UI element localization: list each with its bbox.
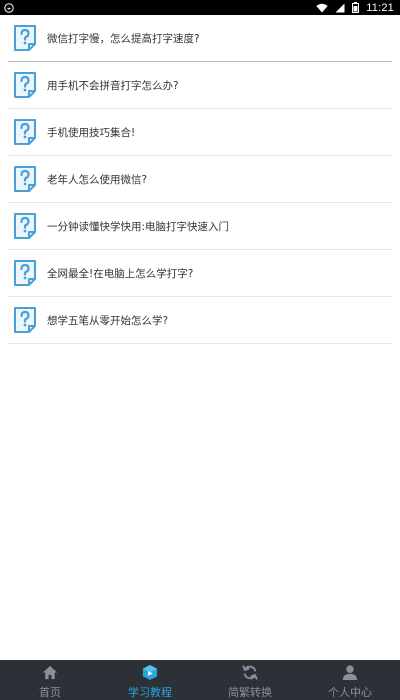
list-item[interactable]: 想学五笔从零开始怎么学? xyxy=(8,297,392,344)
status-time: 11:21 xyxy=(366,1,394,14)
question-document-icon xyxy=(14,260,36,286)
nav-item-label: 首页 xyxy=(39,686,61,699)
tutorial-cube-icon xyxy=(142,664,158,681)
nav-item-label: 简繁转换 xyxy=(228,686,272,699)
question-document-icon xyxy=(14,307,36,333)
signal-icon xyxy=(335,3,345,12)
home-icon xyxy=(42,665,58,680)
user-icon xyxy=(342,665,358,681)
list-item[interactable]: 用手机不会拼音打字怎么办? xyxy=(8,62,392,109)
list-item-title: 一分钟读懂快学快用:电脑打字快速入门 xyxy=(47,220,230,233)
wifi-icon xyxy=(316,3,328,12)
android-debug-icon xyxy=(4,2,14,13)
nav-item-tutorial[interactable]: 学习教程 xyxy=(100,660,200,700)
list-item-title: 老年人怎么使用微信? xyxy=(47,173,148,186)
nav-item-label: 学习教程 xyxy=(128,686,172,699)
list-item[interactable]: 手机使用技巧集合! xyxy=(8,109,392,156)
bottom-nav: 首页 学习教程 简繁转换 个人中心 xyxy=(0,660,400,700)
list-item[interactable]: 全网最全!在电脑上怎么学打字? xyxy=(8,250,392,297)
list-item-title: 用手机不会拼音打字怎么办? xyxy=(47,79,179,92)
status-bar: 11:21 xyxy=(0,0,400,15)
list-item-title: 想学五笔从零开始怎么学? xyxy=(47,314,169,327)
list-item-title: 全网最全!在电脑上怎么学打字? xyxy=(47,267,194,280)
battery-icon xyxy=(352,2,360,13)
question-document-icon xyxy=(14,25,36,51)
tutorial-list: 微信打字慢，怎么提高打字速度? 用手机不会拼音打字怎么办? 手机使用技巧集合! … xyxy=(0,15,400,344)
nav-item-convert[interactable]: 简繁转换 xyxy=(200,660,300,700)
nav-item-profile[interactable]: 个人中心 xyxy=(300,660,400,700)
refresh-icon xyxy=(242,665,258,680)
list-item-title: 微信打字慢，怎么提高打字速度? xyxy=(47,32,200,45)
question-document-icon xyxy=(14,119,36,145)
question-document-icon xyxy=(14,72,36,98)
nav-item-home[interactable]: 首页 xyxy=(0,660,100,700)
list-item-title: 手机使用技巧集合! xyxy=(47,126,136,139)
question-document-icon xyxy=(14,166,36,192)
question-document-icon xyxy=(14,213,36,239)
list-item[interactable]: 一分钟读懂快学快用:电脑打字快速入门 xyxy=(8,203,392,250)
list-item[interactable]: 老年人怎么使用微信? xyxy=(8,156,392,203)
list-item[interactable]: 微信打字慢，怎么提高打字速度? xyxy=(8,15,392,62)
nav-item-label: 个人中心 xyxy=(328,686,372,699)
